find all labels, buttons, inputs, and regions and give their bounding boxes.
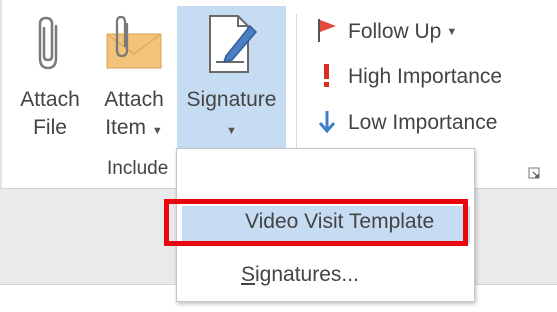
signature-button[interactable]: Signature ▼	[177, 6, 286, 157]
attach-item-label-text: Item	[105, 116, 147, 139]
signatures-access-key: S	[241, 263, 256, 286]
exclamation-icon	[316, 62, 338, 93]
attach-file-label-line1: Attach	[20, 88, 80, 111]
signature-label: Signature	[186, 88, 277, 111]
signatures-label-rest: ignatures...	[255, 263, 359, 286]
high-importance-label: High Importance	[348, 65, 503, 88]
attach-item-button[interactable]: Attach Item ▼	[96, 6, 172, 145]
red-flag-icon	[316, 17, 338, 48]
attach-item-dropdown-caret-icon[interactable]: ▼	[152, 125, 163, 137]
low-importance-button[interactable]: Low Importance	[316, 108, 497, 138]
follow-up-label: Follow Up	[348, 20, 442, 43]
annotation-highlight-box	[164, 199, 468, 246]
signature-dropdown-caret-icon[interactable]: ▼	[177, 114, 286, 145]
low-importance-label: Low Importance	[348, 111, 498, 134]
ribbon-left-edge	[0, 0, 2, 190]
attach-item-label-line1: Attach	[104, 88, 164, 111]
down-arrow-icon	[316, 108, 338, 139]
menu-item-signatures[interactable]: Signatures...	[241, 263, 359, 287]
high-importance-button[interactable]: High Importance	[316, 62, 502, 92]
signature-pen-icon	[204, 12, 260, 81]
attach-file-button[interactable]: Attach File	[8, 6, 92, 142]
include-group-label: Include	[107, 158, 169, 179]
envelope-paperclip-icon	[103, 14, 165, 79]
dialog-launcher-icon[interactable]	[527, 166, 541, 180]
follow-up-dropdown-caret-icon[interactable]: ▼	[446, 26, 457, 38]
paperclip-icon	[30, 12, 70, 81]
follow-up-button[interactable]: Follow Up ▼	[316, 17, 457, 47]
attach-item-label-line2: Item ▼	[96, 114, 172, 145]
attach-file-label-line2: File	[33, 116, 67, 139]
